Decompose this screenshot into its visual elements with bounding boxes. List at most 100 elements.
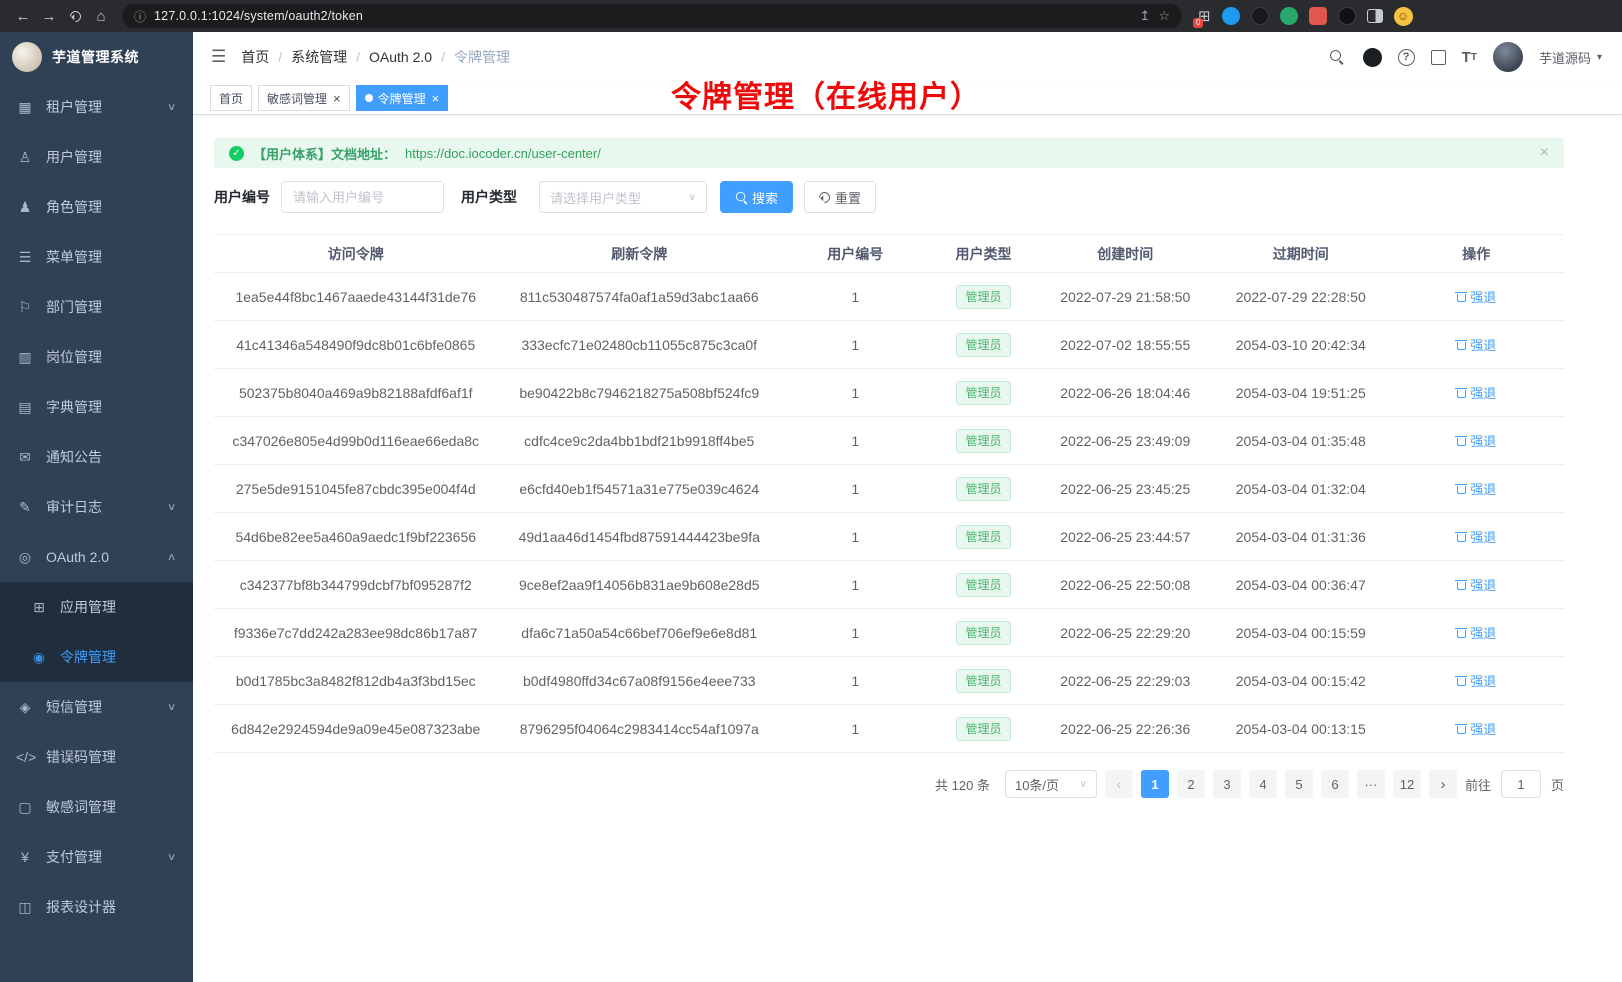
back-icon[interactable]: ←	[10, 3, 36, 29]
sidebar-item-user[interactable]: ♙用户管理	[0, 132, 193, 182]
extension-icon-green[interactable]	[1280, 7, 1298, 25]
goto-suffix: 页	[1551, 775, 1564, 794]
fullscreen-icon[interactable]	[1431, 50, 1446, 65]
search-icon[interactable]	[1327, 47, 1347, 67]
sidebar-item-sms[interactable]: ◈短信管理∨	[0, 682, 193, 732]
total-count: 共 120 条	[935, 775, 990, 794]
sidebar-item-error-code[interactable]: </>错误码管理	[0, 732, 193, 782]
dictionary-icon: ▤	[16, 399, 34, 416]
annotation-text: 令牌管理（在线用户）	[671, 72, 981, 116]
expire-time-cell: 2054-03-04 00:15:59	[1213, 609, 1389, 657]
sidebar-item-notice[interactable]: ✉通知公告	[0, 432, 193, 482]
extension-icon-blue[interactable]	[1222, 7, 1240, 25]
user-type-cell: 管理员	[930, 657, 1038, 705]
bookmark-star-icon[interactable]: ☆	[1158, 8, 1170, 24]
user-type-badge: 管理员	[956, 717, 1010, 741]
page-button[interactable]: 2	[1177, 770, 1205, 798]
sidebar-item-menu[interactable]: ☰菜单管理	[0, 232, 193, 282]
site-info-icon[interactable]: ⓘ	[134, 8, 146, 25]
page-button[interactable]: 3	[1213, 770, 1241, 798]
sidebar-item-oauth2-token[interactable]: ◉令牌管理	[0, 632, 193, 682]
split-view-icon[interactable]	[1367, 9, 1383, 23]
username[interactable]: 芋道源码	[1539, 48, 1591, 67]
sidebar-item-dict[interactable]: ▤字典管理	[0, 382, 193, 432]
force-logout-button[interactable]: 强退	[1456, 287, 1496, 306]
tab-sensitive-word[interactable]: 敏感词管理×	[258, 85, 350, 111]
forward-icon[interactable]: →	[36, 3, 62, 29]
doc-link[interactable]: https://doc.iocoder.cn/user-center/	[405, 146, 601, 161]
extensions-puzzle-icon[interactable]	[1309, 7, 1327, 25]
trash-icon	[1456, 579, 1466, 590]
sidebar-item-audit-log[interactable]: ✎审计日志∨	[0, 482, 193, 532]
share-icon[interactable]: ↥	[1139, 8, 1150, 24]
github-icon[interactable]	[1363, 48, 1382, 67]
sidebar-item-oauth2[interactable]: ◎OAuth 2.0∧	[0, 532, 193, 582]
sidebar-item-dept[interactable]: ⚐部门管理	[0, 282, 193, 332]
user-type-cell: 管理员	[930, 705, 1038, 753]
sidebar-item-label: 通知公告	[46, 447, 102, 467]
more-pages-icon[interactable]: ···	[1357, 770, 1385, 798]
force-logout-button[interactable]: 强退	[1456, 623, 1496, 642]
extension-icon-dark[interactable]	[1251, 7, 1269, 25]
url-text: 127.0.0.1:1024/system/oauth2/token	[154, 9, 1131, 23]
close-icon[interactable]: ×	[432, 92, 440, 105]
tab-token[interactable]: 令牌管理×	[356, 85, 449, 111]
force-logout-button[interactable]: 强退	[1456, 527, 1496, 546]
search-button[interactable]: 搜索	[720, 181, 793, 213]
sms-shield-icon: ◈	[16, 699, 34, 716]
prev-page-button[interactable]: ‹	[1105, 770, 1133, 798]
column-header: 用户编号	[781, 235, 930, 273]
force-logout-button[interactable]: 强退	[1456, 671, 1496, 690]
sidebar-item-sensitive-word[interactable]: ▢敏感词管理	[0, 782, 193, 832]
user-avatar[interactable]	[1493, 42, 1523, 72]
font-size-icon[interactable]: TT	[1462, 47, 1477, 67]
user-id-input[interactable]	[281, 181, 444, 213]
sidebar-item-label: 岗位管理	[46, 347, 102, 367]
sidebar-item-role[interactable]: ♟角色管理	[0, 182, 193, 232]
sidebar-item-post[interactable]: ▥岗位管理	[0, 332, 193, 382]
table-row: 6d842e2924594de9a09e45e087323abe8796295f…	[214, 705, 1564, 753]
page-button[interactable]: 5	[1285, 770, 1313, 798]
tab-home[interactable]: 首页	[210, 85, 252, 111]
page-button[interactable]: 1	[1141, 770, 1169, 798]
breadcrumb-item[interactable]: 系统管理	[291, 47, 347, 67]
breadcrumb-item[interactable]: OAuth 2.0	[369, 49, 432, 65]
reload-icon[interactable]	[62, 3, 88, 29]
sidebar-item-report[interactable]: ◫报表设计器	[0, 882, 193, 932]
force-logout-button[interactable]: 强退	[1456, 479, 1496, 498]
sidebar-item-oauth2-app[interactable]: ⊞应用管理	[0, 582, 193, 632]
page-button[interactable]: 4	[1249, 770, 1277, 798]
content: ✓ 【用户体系】文档地址： https://doc.iocoder.cn/use…	[193, 115, 1622, 798]
force-logout-button[interactable]: 强退	[1456, 383, 1496, 402]
banner-close-icon[interactable]: ×	[1540, 144, 1549, 162]
created-time-cell: 2022-06-25 22:26:36	[1038, 705, 1214, 753]
next-page-button[interactable]: ›	[1429, 770, 1457, 798]
address-bar[interactable]: ⓘ 127.0.0.1:1024/system/oauth2/token ↥ ☆	[122, 4, 1182, 28]
sidebar-item-tenant[interactable]: ▦租户管理∨	[0, 82, 193, 132]
reset-button[interactable]: 重置	[804, 181, 876, 213]
help-icon[interactable]: ?	[1398, 49, 1415, 66]
force-logout-button[interactable]: 强退	[1456, 575, 1496, 594]
app-logo[interactable]: 芋道管理系统	[0, 32, 193, 82]
force-logout-button[interactable]: 强退	[1456, 335, 1496, 354]
goto-page-input[interactable]	[1501, 770, 1541, 798]
collapse-sidebar-icon[interactable]: ☰	[211, 47, 226, 67]
tab-group-icon[interactable]: ⊞0	[1198, 7, 1211, 25]
sidebar-item-label: 支付管理	[46, 847, 102, 867]
breadcrumb-item[interactable]: 首页	[241, 47, 269, 67]
extension-paw-icon[interactable]	[1338, 7, 1356, 25]
logo-avatar	[12, 42, 42, 72]
force-logout-label: 强退	[1470, 383, 1496, 402]
page-button[interactable]: 12	[1393, 770, 1421, 798]
browser-profile-avatar[interactable]: ☺	[1394, 7, 1413, 26]
page-size-select[interactable]: 10条/页 ∨	[1005, 770, 1097, 798]
sidebar-item-pay[interactable]: ¥支付管理∨	[0, 832, 193, 882]
force-logout-button[interactable]: 强退	[1456, 431, 1496, 450]
page-button[interactable]: 6	[1321, 770, 1349, 798]
user-type-select[interactable]: 请选择用户类型 ∨	[539, 181, 707, 213]
force-logout-button[interactable]: 强退	[1456, 719, 1496, 738]
application-icon: ⊞	[30, 599, 48, 616]
home-icon[interactable]: ⌂	[88, 3, 114, 29]
trash-icon	[1456, 291, 1466, 302]
close-icon[interactable]: ×	[333, 92, 341, 105]
